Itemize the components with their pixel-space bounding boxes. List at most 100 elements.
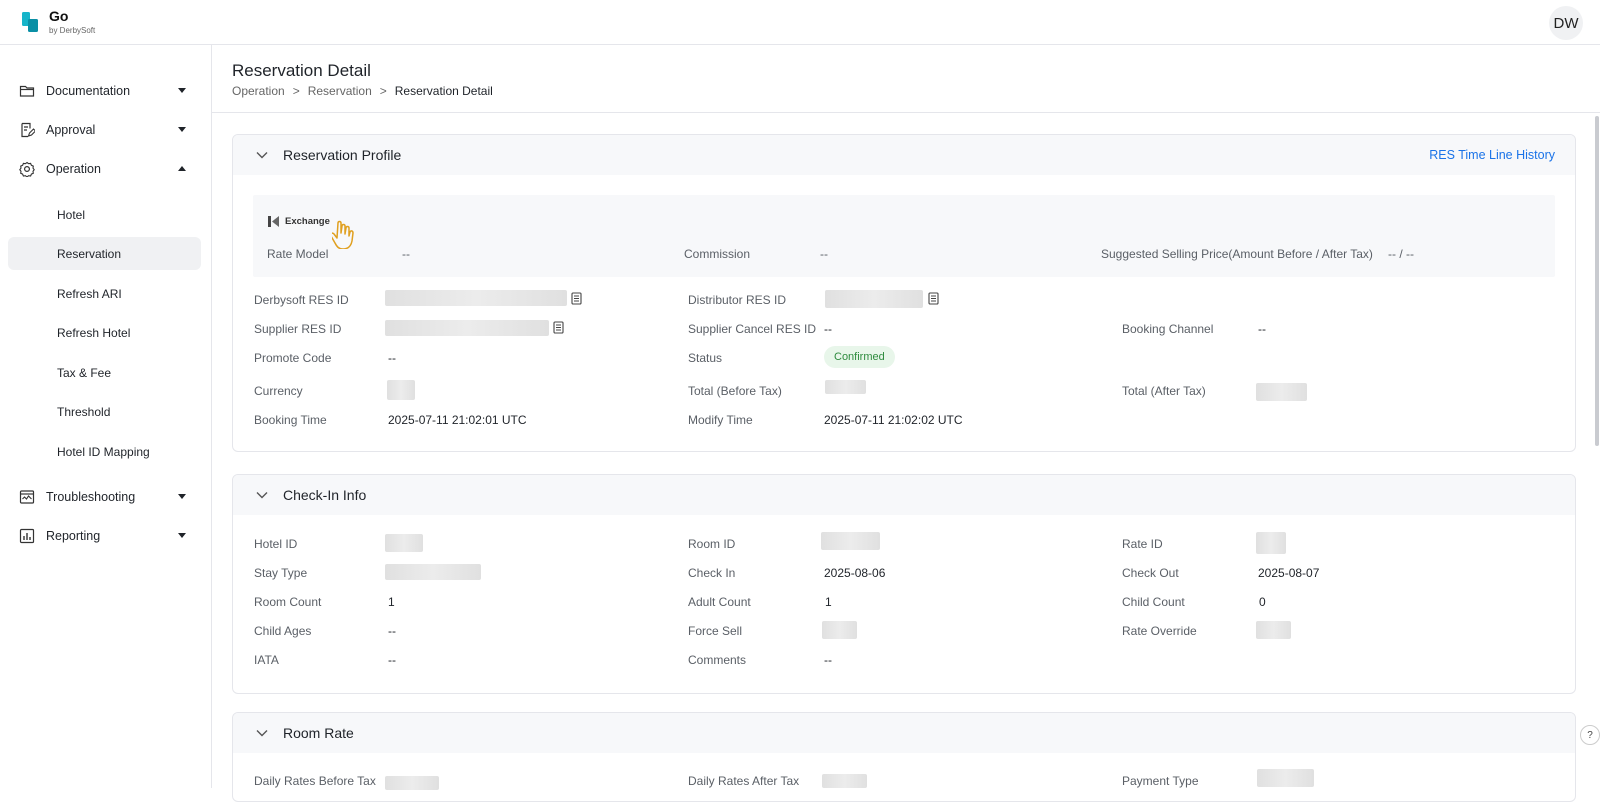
supplier-res-id-value [385,320,549,336]
sidebar-item-reservation[interactable]: Reservation [8,237,201,270]
sidebar-item-hotel-id-mapping[interactable]: Hotel ID Mapping [8,435,201,468]
card-header[interactable]: Check-In Info [233,475,1575,515]
sidebar-item-operation[interactable]: Operation [8,152,201,186]
payment-type-value [1257,769,1314,787]
check-in-info-card: Check-In Info Hotel ID Room ID Rate ID S… [232,474,1576,694]
supplier-cancel-res-id-value: -- [824,322,832,336]
sidebar-item-label: Documentation [46,84,131,98]
card-header[interactable]: Room Rate [233,713,1575,753]
chevron-up-icon [178,166,186,171]
main-content: Reservation Detail Operation > Reservati… [212,45,1600,802]
card-header[interactable]: Reservation Profile RES Time Line Histor… [233,135,1575,175]
chevron-down-icon[interactable] [255,488,269,502]
sidebar-item-approval[interactable]: Approval [8,113,201,147]
booking-channel-label: Booking Channel [1122,322,1214,336]
adult-count-label: Adult Count [688,595,751,609]
chevron-down-icon[interactable] [255,726,269,740]
report-chart-icon [19,528,35,544]
room-id-label: Room ID [688,537,736,551]
stay-type-label: Stay Type [254,566,308,580]
sidebar-item-label: Hotel [57,207,86,222]
status-badge: Confirmed [824,346,895,368]
sidebar-item-label: Reservation [57,246,122,261]
promote-code-value: -- [388,351,396,365]
derbysoft-res-id-value [385,290,567,306]
hotel-id-value [385,534,423,552]
iata-value: -- [388,653,396,667]
edit-document-icon [21,122,35,138]
currency-label: Currency [254,384,303,398]
distributor-res-id-value [825,290,923,308]
exchange-badge[interactable]: Exchange [268,216,330,227]
stay-type-value [385,564,481,580]
room-id-value [821,532,880,550]
sidebar-item-label: Refresh Hotel [57,325,131,340]
reservation-profile-card: Reservation Profile RES Time Line Histor… [232,134,1576,452]
breadcrumb-separator: > [379,84,387,98]
adult-count-value: 1 [825,595,832,609]
rate-override-label: Rate Override [1122,624,1197,638]
copy-icon[interactable] [571,292,582,305]
payment-type-label: Payment Type [1122,774,1199,788]
supplier-res-id-label: Supplier RES ID [254,322,342,336]
sidebar-item-label: Threshold [57,404,111,419]
force-sell-label: Force Sell [688,624,743,638]
breadcrumb: Operation > Reservation > Reservation De… [232,84,493,98]
copy-icon[interactable] [553,321,564,334]
check-in-value: 2025-08-06 [824,566,886,580]
sidebar-item-documentation[interactable]: Documentation [8,74,201,108]
sidebar-item-troubleshooting[interactable]: Troubleshooting [8,480,201,514]
help-icon[interactable]: ? [1580,725,1600,745]
room-rate-card: Room Rate Daily Rates Before Tax Daily R… [232,712,1576,802]
app-subtitle: by DerbySoft [49,26,96,35]
sidebar-item-hotel[interactable]: Hotel [8,198,201,231]
iata-label: IATA [254,653,279,667]
go-logo-icon [22,12,38,32]
sidebar-item-reporting[interactable]: Reporting [8,519,201,553]
promote-code-label: Promote Code [254,351,332,365]
child-ages-label: Child Ages [254,624,312,638]
rate-override-value [1256,621,1291,639]
page-scrollbar[interactable] [1594,112,1600,788]
booking-channel-value: -- [1258,322,1266,336]
daily-rates-after-tax-label: Daily Rates After Tax [688,774,800,788]
diagnostic-icon [19,490,35,504]
force-sell-value [822,621,857,639]
breadcrumb-reservation[interactable]: Reservation [308,84,372,98]
sidebar-item-refresh-hotel[interactable]: Refresh Hotel [8,316,201,349]
sidebar-item-label: Refresh ARI [57,286,122,301]
chevron-down-icon[interactable] [255,148,269,162]
sidebar-item-tax-fee[interactable]: Tax & Fee [8,356,201,389]
derbysoft-res-id-label: Derbysoft RES ID [254,293,349,307]
gear-icon [19,161,35,177]
commission-value: -- [820,247,828,261]
sidebar-item-label: Operation [46,162,101,176]
total-after-tax-label: Total (After Tax) [1122,384,1206,398]
child-ages-value: -- [388,624,396,638]
chevron-down-icon [178,127,186,132]
check-in-label: Check In [688,566,736,580]
sidebar-item-label: Hotel ID Mapping [57,444,150,459]
breadcrumb-operation[interactable]: Operation [232,84,285,98]
total-before-tax-label: Total (Before Tax) [688,384,782,398]
res-timeline-history-link[interactable]: RES Time Line History [1429,148,1555,162]
sidebar-item-label: Reporting [46,529,101,543]
sidebar-item-label: Troubleshooting [46,490,136,504]
sidebar-item-threshold[interactable]: Threshold [8,395,201,428]
sidebar: Documentation Approval Operation Hotel R… [0,45,212,788]
room-count-label: Room Count [254,595,322,609]
top-bar: Go by DerbySoft DW [0,0,1600,45]
sidebar-item-label: Approval [46,123,96,137]
supplier-cancel-res-id-label: Supplier Cancel RES ID [688,322,817,336]
breadcrumb-current: Reservation Detail [394,84,493,98]
chevron-down-icon [178,533,186,538]
rate-id-label: Rate ID [1122,537,1163,551]
user-avatar[interactable]: DW [1549,6,1583,40]
sidebar-item-refresh-ari[interactable]: Refresh ARI [8,277,201,310]
copy-icon[interactable] [928,292,939,305]
breadcrumb-separator: > [292,84,300,98]
page-title: Reservation Detail [232,61,371,80]
rate-model-label: Rate Model [267,247,329,261]
check-out-label: Check Out [1122,566,1179,580]
suggested-selling-price-value: -- / -- [1388,247,1414,261]
